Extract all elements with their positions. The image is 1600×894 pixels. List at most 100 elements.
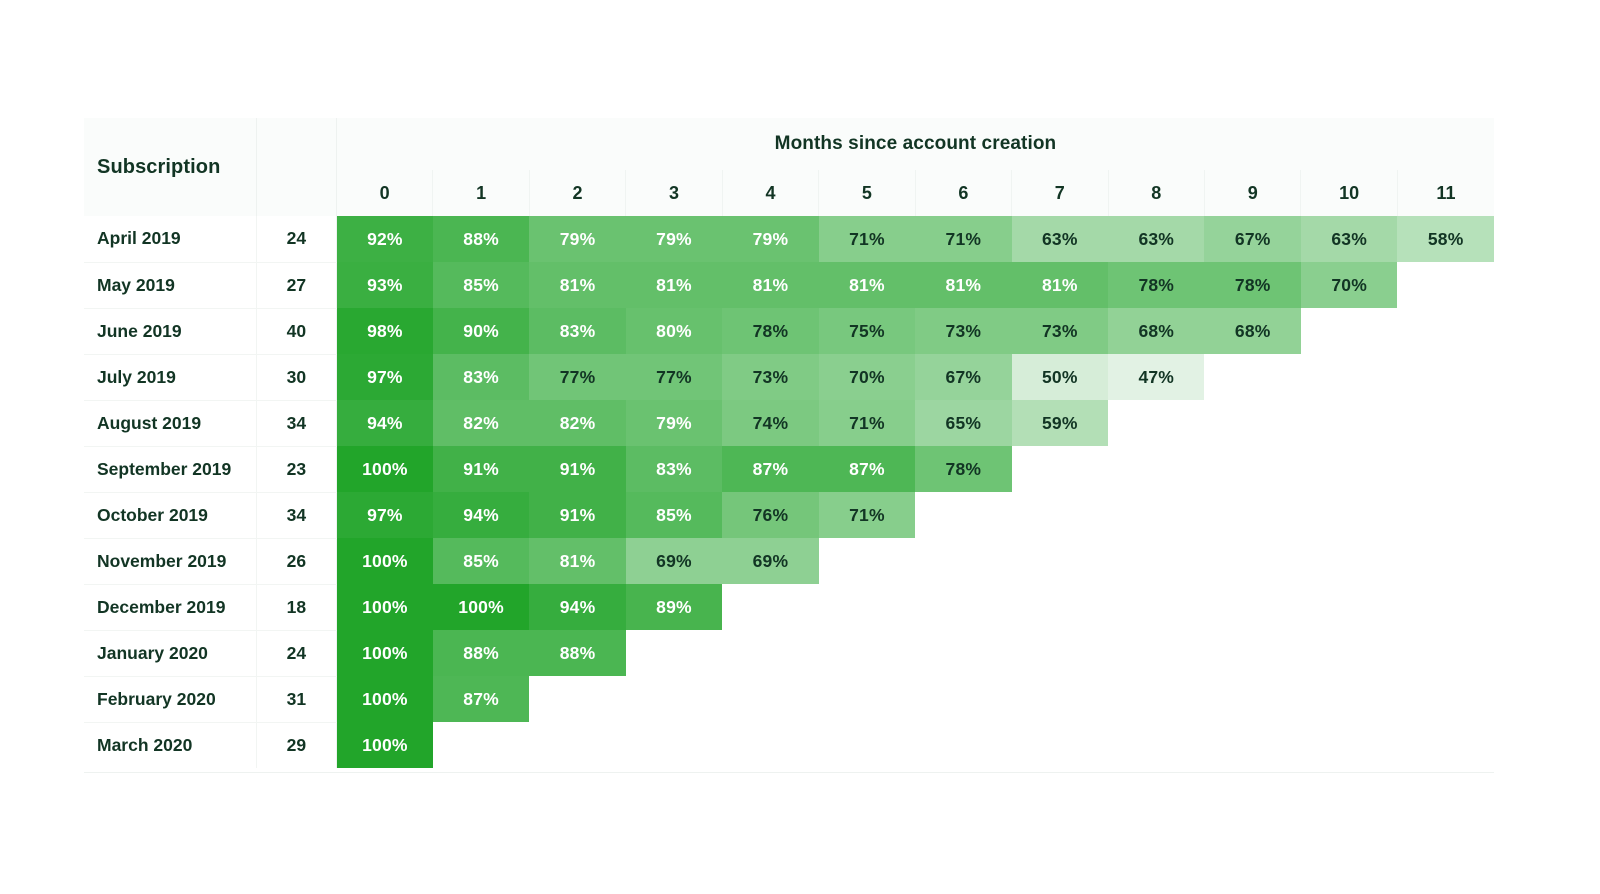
heatmap-cell: 94% — [529, 584, 626, 630]
cohort-size: 26 — [255, 538, 337, 585]
heatmap-cell-empty — [1108, 492, 1205, 538]
heatmap-cell-empty — [1397, 584, 1494, 630]
heatmap-cell: 81% — [529, 538, 626, 584]
cohort-size: 34 — [255, 492, 337, 539]
month-column-header-1: 1 — [432, 170, 530, 216]
heatmap-cell: 91% — [529, 446, 626, 492]
heatmap-cell: 97% — [336, 492, 433, 538]
heatmap-cell: 94% — [336, 400, 433, 446]
month-column-header-10: 10 — [1300, 170, 1398, 216]
heatmap-cell-empty — [1011, 722, 1109, 768]
heatmap-cell: 80% — [625, 308, 723, 354]
heatmap-cell: 78% — [1204, 262, 1301, 308]
table-row: October 2019 34 97% 94% 91% 85% 76% 71% — [84, 492, 1494, 539]
heatmap-cell-empty — [818, 722, 916, 768]
cohort-size: 31 — [255, 676, 337, 723]
heatmap-cell-empty — [1204, 584, 1301, 630]
heatmap-cell: 100% — [336, 676, 433, 722]
heatmap-cell: 79% — [625, 216, 723, 262]
heatmap-cell-empty — [1011, 584, 1109, 630]
table-row: November 2019 26 100% 85% 81% 69% 69% — [84, 538, 1494, 585]
heatmap-cell: 63% — [1108, 216, 1205, 262]
heatmap-cell-empty — [1108, 584, 1205, 630]
heatmap-cell-empty — [722, 676, 819, 722]
heatmap-cell: 88% — [529, 630, 626, 676]
heatmap-cell: 77% — [625, 354, 723, 400]
heatmap-cell: 63% — [1300, 216, 1398, 262]
table-row: March 2020 29 100% — [84, 722, 1494, 768]
cohort-label: October 2019 — [84, 492, 257, 539]
heatmap-cell: 78% — [722, 308, 819, 354]
heatmap-cell: 71% — [818, 216, 916, 262]
heatmap-cell-empty — [1204, 538, 1301, 584]
heatmap-cell-empty — [1300, 354, 1398, 400]
cohort-label: April 2019 — [84, 216, 257, 263]
heatmap-cell-empty — [915, 722, 1012, 768]
table-bottom-divider — [84, 772, 1494, 773]
heatmap-cell: 100% — [432, 584, 530, 630]
heatmap-cell-empty — [1204, 722, 1301, 768]
month-column-header-9: 9 — [1203, 170, 1301, 216]
heatmap-cell: 93% — [336, 262, 433, 308]
cohort-label: June 2019 — [84, 308, 257, 355]
heatmap-cell: 81% — [529, 262, 626, 308]
heatmap-cell: 91% — [432, 446, 530, 492]
heatmap-cell: 97% — [336, 354, 433, 400]
heatmap-cell: 74% — [722, 400, 819, 446]
heatmap-cell: 81% — [915, 262, 1012, 308]
heatmap-cell: 71% — [915, 216, 1012, 262]
heatmap-cell-empty — [1108, 722, 1205, 768]
cohort-label: August 2019 — [84, 400, 257, 447]
heatmap-cell-empty — [1397, 400, 1494, 446]
month-column-header-3: 3 — [625, 170, 723, 216]
table-row: January 2020 24 100% 88% 88% — [84, 630, 1494, 677]
heatmap-cell-empty — [1011, 676, 1109, 722]
cohort-label: December 2019 — [84, 584, 257, 631]
month-column-header-2: 2 — [528, 170, 626, 216]
month-column-header-5: 5 — [818, 170, 916, 216]
heatmap-cell-empty — [1397, 262, 1494, 308]
heatmap-cell: 85% — [625, 492, 723, 538]
heatmap-cell-empty — [1397, 446, 1494, 492]
month-column-header-7: 7 — [1011, 170, 1109, 216]
heatmap-cell-empty — [1204, 676, 1301, 722]
cohort-size: 18 — [255, 584, 337, 631]
heatmap-cell-empty — [625, 722, 723, 768]
heatmap-cell-empty — [529, 722, 626, 768]
heatmap-cell-empty — [1300, 676, 1398, 722]
heatmap-cell: 91% — [529, 492, 626, 538]
heatmap-cell: 87% — [432, 676, 530, 722]
heatmap-cell-empty — [1300, 630, 1398, 676]
table-row: February 2020 31 100% 87% — [84, 676, 1494, 723]
heatmap-cell-empty — [1397, 722, 1494, 768]
cohort-label: November 2019 — [84, 538, 257, 585]
heatmap-cell-empty — [1204, 630, 1301, 676]
heatmap-cell: 78% — [915, 446, 1012, 492]
heatmap-cell-empty — [1108, 538, 1205, 584]
heatmap-cell: 83% — [529, 308, 626, 354]
table-row: July 2019 30 97% 83% 77% 77% 73% 70% 67% 50% 47% — [84, 354, 1494, 401]
heatmap-cell-empty — [1300, 492, 1398, 538]
heatmap-cell-empty — [1108, 446, 1205, 492]
heatmap-cell-empty — [1300, 308, 1398, 354]
heatmap-cell: 100% — [336, 446, 433, 492]
heatmap-cell: 81% — [818, 262, 916, 308]
cohort-label: March 2020 — [84, 722, 257, 768]
heatmap-cell-empty — [625, 676, 723, 722]
heatmap-cell: 87% — [722, 446, 819, 492]
heatmap-cell: 82% — [529, 400, 626, 446]
cohort-table-container: Subscription Months since account creati… — [84, 118, 1494, 768]
heatmap-cell: 67% — [915, 354, 1012, 400]
heatmap-cell: 59% — [1011, 400, 1109, 446]
heatmap-cell: 100% — [336, 722, 433, 768]
cohort-label: September 2019 — [84, 446, 257, 493]
heatmap-cell: 94% — [432, 492, 530, 538]
header-title-row: Subscription Months since account creati… — [84, 118, 1494, 216]
heatmap-cell-empty — [818, 630, 916, 676]
heatmap-cell-empty — [1204, 354, 1301, 400]
heatmap-cell-empty — [1300, 400, 1398, 446]
heatmap-cell-empty — [1300, 584, 1398, 630]
cohort-label: January 2020 — [84, 630, 257, 677]
heatmap-cell: 100% — [336, 630, 433, 676]
heatmap-cell-empty — [1011, 446, 1109, 492]
